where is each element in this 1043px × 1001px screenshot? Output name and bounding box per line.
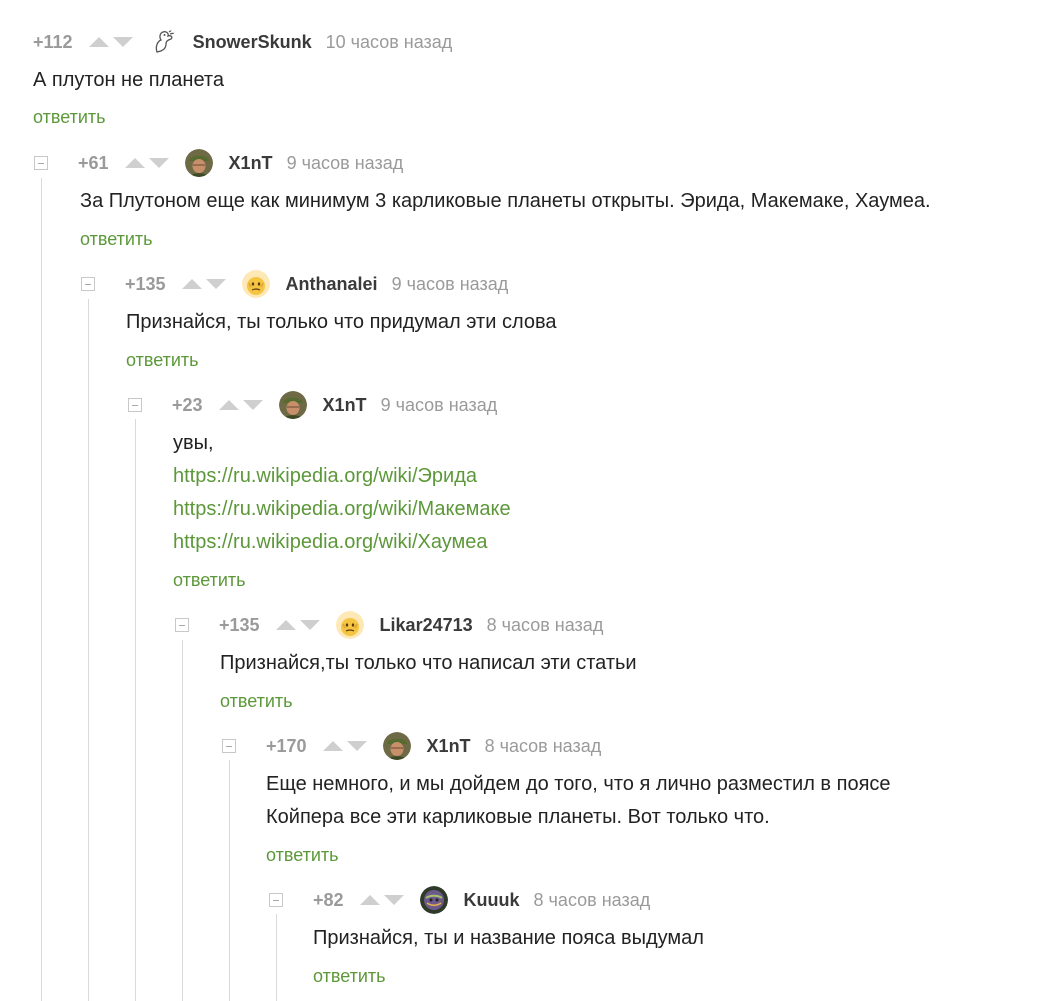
comment-header: +61 X1nT 9 часов назад: [34, 147, 403, 179]
upvote-icon[interactable]: [124, 158, 145, 168]
timestamp: 9 часов назад: [286, 152, 404, 173]
timestamp: 9 часов назад: [391, 273, 509, 294]
downvote-icon[interactable]: [148, 158, 169, 168]
comment-body: Еще немного, и мы дойдем до того, что я …: [266, 768, 891, 834]
rating: +82: [313, 889, 344, 910]
rating: +112: [33, 31, 73, 52]
downvote-icon[interactable]: [205, 279, 226, 289]
thread-line: [88, 299, 89, 1001]
collapse-toggle-icon[interactable]: [128, 398, 142, 412]
thread-line: [229, 760, 230, 1001]
comment-text: Койпера все эти карликовые планеты. Вот …: [266, 806, 770, 828]
comment-text: Еще немного, и мы дойдем до того, что я …: [266, 773, 891, 795]
soldier-avatar[interactable]: [278, 391, 307, 419]
author-name[interactable]: Likar24713: [380, 615, 473, 636]
downvote-icon[interactable]: [242, 400, 263, 410]
thread-line: [41, 178, 42, 1001]
upvote-icon[interactable]: [322, 741, 343, 751]
thread-line: [135, 419, 136, 1001]
rating: +61: [78, 152, 109, 173]
comment-text: Признайся,ты только что написал эти стат…: [220, 652, 637, 674]
comment-text: Признайся, ты и название пояса выдумал: [313, 927, 704, 949]
reply-link[interactable]: ответить: [80, 229, 153, 250]
timestamp: 9 часов назад: [380, 394, 498, 415]
reply-link[interactable]: ответить: [266, 845, 339, 866]
reply-link[interactable]: ответить: [173, 570, 246, 591]
upvote-icon[interactable]: [88, 37, 109, 47]
thread-line: [182, 640, 183, 1001]
timestamp: 8 часов назад: [484, 735, 602, 756]
timestamp: 10 часов назад: [325, 31, 453, 52]
upvote-icon[interactable]: [275, 620, 296, 630]
emoji-avatar[interactable]: [335, 611, 364, 639]
collapse-toggle-icon[interactable]: [269, 893, 283, 907]
skunk-outline-icon[interactable]: [149, 28, 177, 56]
comment-header: +170 X1nT 8 часов назад: [222, 730, 601, 762]
reply-link[interactable]: ответить: [313, 966, 386, 987]
downvote-icon[interactable]: [112, 37, 133, 47]
comment-header: +82 Kuuuk 8 часов назад: [269, 884, 650, 916]
comment-text: А плутон не планета: [33, 69, 224, 91]
downvote-icon[interactable]: [299, 620, 320, 630]
comment-body: увы, https://ru.wikipedia.org/wiki/Эрида…: [173, 427, 511, 559]
comment-body: А плутон не планета: [33, 64, 224, 97]
upvote-icon[interactable]: [181, 279, 202, 289]
timestamp: 8 часов назад: [486, 614, 604, 635]
upvote-icon[interactable]: [218, 400, 239, 410]
rating: +135: [125, 273, 166, 294]
wiki-link[interactable]: https://ru.wikipedia.org/wiki/Макемаке: [173, 493, 511, 526]
author-name[interactable]: X1nT: [229, 153, 273, 174]
collapse-toggle-icon[interactable]: [222, 739, 236, 753]
soldier-avatar[interactable]: [184, 149, 213, 177]
upvote-icon[interactable]: [359, 895, 380, 905]
author-name[interactable]: X1nT: [323, 395, 367, 416]
author-name[interactable]: Anthanalei: [286, 274, 378, 295]
author-name[interactable]: SnowerSkunk: [193, 32, 312, 53]
comment-body: Признайся, ты только что придумал эти сл…: [126, 306, 556, 339]
comment-body: Признайся,ты только что написал эти стат…: [220, 647, 637, 680]
comment-text: увы,: [173, 432, 214, 454]
collapse-toggle-icon[interactable]: [34, 156, 48, 170]
reply-link[interactable]: ответить: [126, 350, 199, 371]
timestamp: 8 часов назад: [533, 889, 651, 910]
collapse-toggle-icon[interactable]: [81, 277, 95, 291]
comment-header: +112 SnowerSkunk 10 часов назад: [33, 26, 452, 58]
comment-body: Признайся, ты и название пояса выдумал: [313, 922, 704, 955]
comment-text: Признайся, ты только что придумал эти сл…: [126, 311, 557, 333]
thread-line: [276, 914, 277, 1001]
reply-link[interactable]: ответить: [33, 107, 106, 128]
wiki-link[interactable]: https://ru.wikipedia.org/wiki/Эрида: [173, 460, 511, 493]
wiki-link[interactable]: https://ru.wikipedia.org/wiki/Хаумеа: [173, 526, 511, 559]
downvote-icon[interactable]: [346, 741, 367, 751]
author-name[interactable]: X1nT: [427, 736, 471, 757]
emoji-avatar[interactable]: [241, 270, 270, 298]
comment-body: За Плутоном еще как минимум 3 карликовые…: [80, 185, 931, 218]
comment-text: За Плутоном еще как минимум 3 карликовые…: [80, 190, 931, 212]
downvote-icon[interactable]: [383, 895, 404, 905]
soldier-avatar[interactable]: [382, 732, 411, 760]
planet-avatar[interactable]: [419, 886, 448, 914]
rating: +170: [266, 735, 307, 756]
author-name[interactable]: Kuuuk: [464, 890, 520, 911]
reply-link[interactable]: ответить: [220, 691, 293, 712]
rating: +135: [219, 614, 260, 635]
comment-header: +135 Anthanalei 9 часов назад: [81, 268, 508, 300]
collapse-toggle-icon[interactable]: [175, 618, 189, 632]
rating: +23: [172, 394, 203, 415]
comment-header: +135 Likar24713 8 часов назад: [175, 609, 603, 641]
comment-header: +23 X1nT 9 часов назад: [128, 389, 497, 421]
